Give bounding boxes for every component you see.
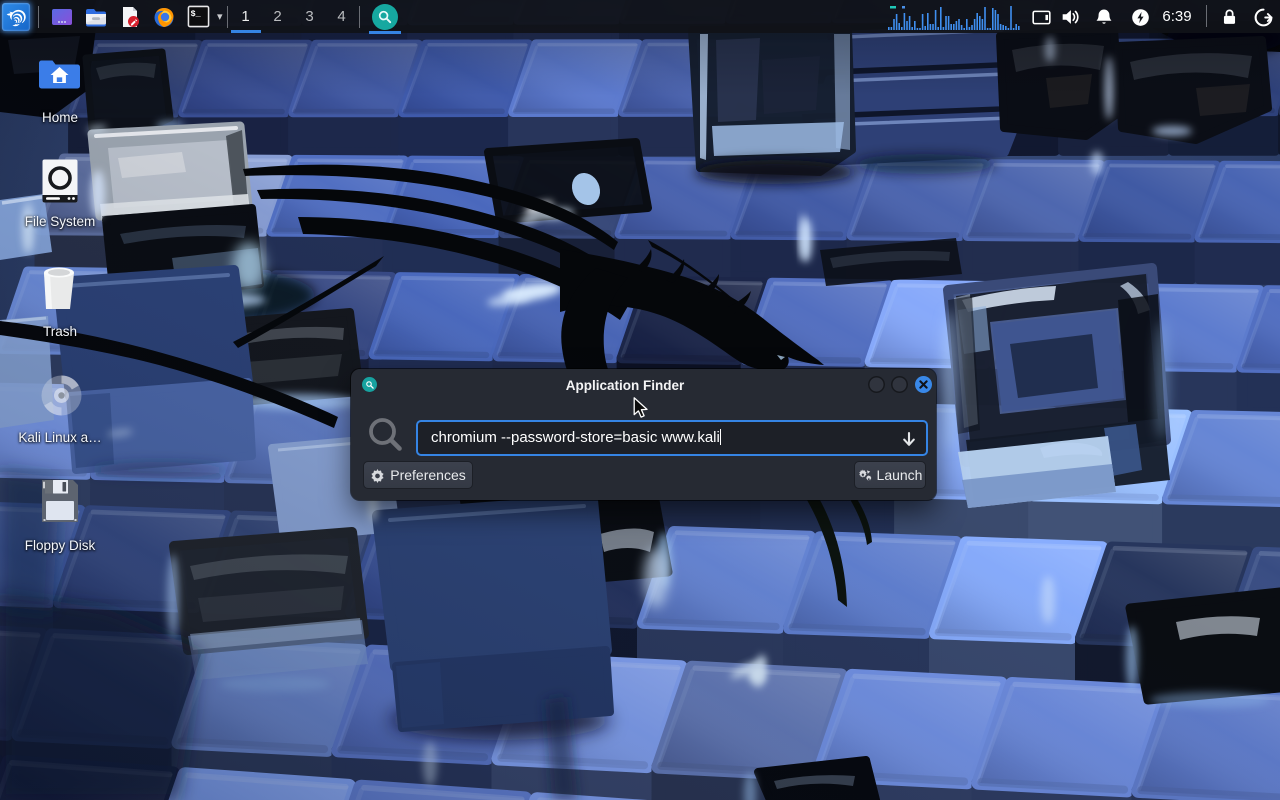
svg-text:$_: $_ <box>190 9 201 19</box>
